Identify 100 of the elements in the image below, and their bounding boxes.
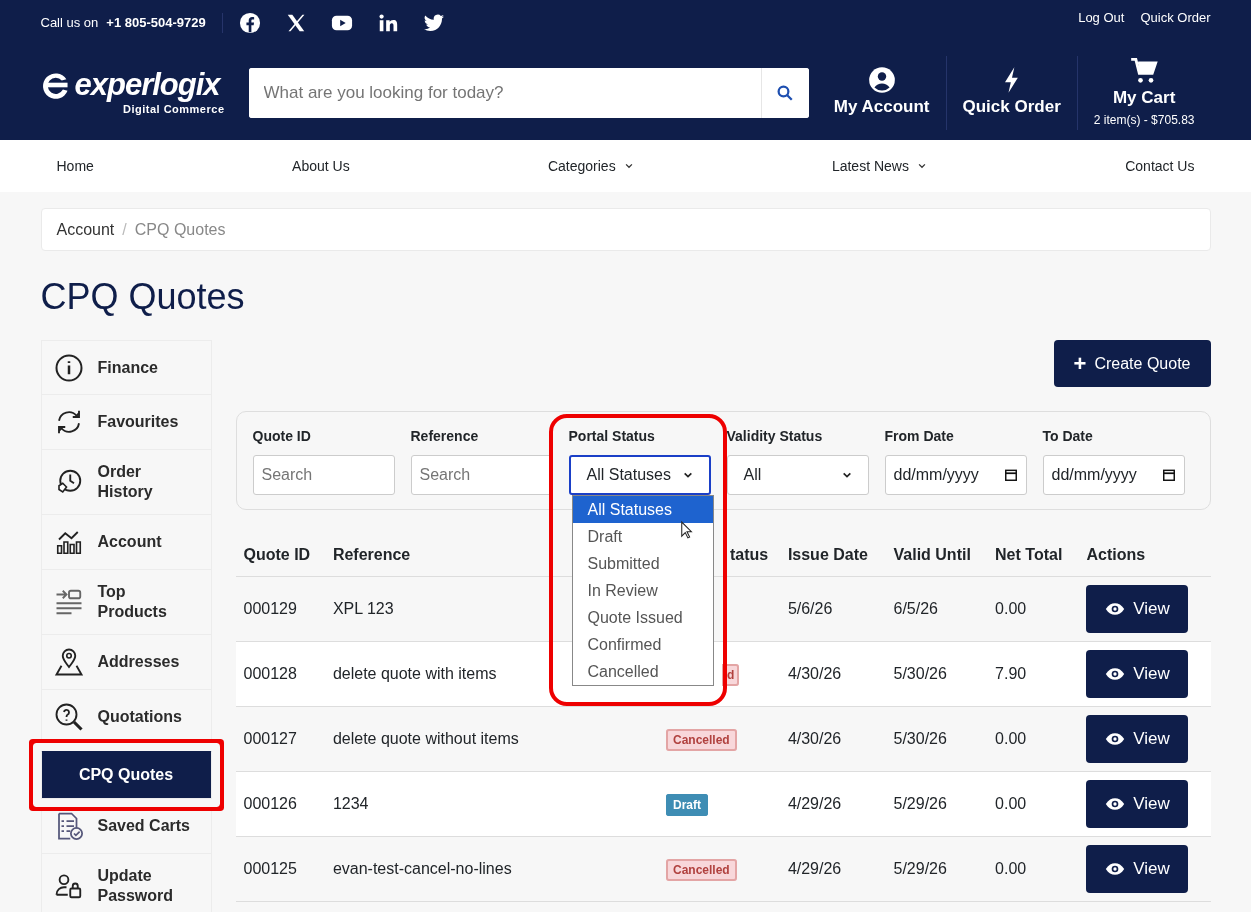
eye-icon bbox=[1105, 731, 1126, 746]
quote-id: 000129 bbox=[243, 599, 297, 617]
quote-reference: delete quote without items bbox=[332, 729, 519, 747]
view-button[interactable]: View bbox=[1086, 714, 1189, 763]
page-title: CPQ Quotes bbox=[40, 275, 246, 319]
column-header: Actions bbox=[1086, 545, 1146, 563]
dropdown-option[interactable]: All Statuses bbox=[572, 496, 713, 524]
question-search-icon bbox=[53, 702, 84, 733]
nav-link[interactable]: Latest News bbox=[831, 155, 927, 177]
filter-label: Portal Status bbox=[568, 427, 656, 447]
dropdown-option[interactable]: Cancelled bbox=[572, 658, 713, 686]
search-icon bbox=[776, 84, 794, 102]
issue-date: 4/29/26 bbox=[787, 794, 842, 812]
quote-reference: XPL 123 bbox=[332, 599, 394, 617]
linkedin-icon[interactable] bbox=[376, 12, 399, 34]
eye-icon bbox=[1105, 861, 1126, 876]
sidebar-item[interactable]: Finance bbox=[40, 340, 212, 396]
breadcrumb-item[interactable]: Account bbox=[56, 217, 115, 242]
bird-icon[interactable] bbox=[422, 12, 445, 34]
nav-link[interactable]: Categories bbox=[547, 155, 634, 177]
view-button[interactable]: View bbox=[1086, 649, 1189, 698]
create-quote-button[interactable]: + Create Quote bbox=[1053, 340, 1211, 388]
search-field[interactable]: What are you looking for today? bbox=[248, 68, 809, 118]
status-tag: Cancelled bbox=[666, 728, 737, 751]
issue-date: 4/30/26 bbox=[787, 729, 842, 747]
header-action[interactable]: My Account bbox=[817, 56, 946, 130]
column-header: Net Total bbox=[995, 545, 1063, 563]
view-button[interactable]: View bbox=[1086, 844, 1189, 893]
filter-label: To Date bbox=[1042, 427, 1094, 447]
account-icon bbox=[867, 66, 896, 95]
header-action-label: My Cart bbox=[1112, 87, 1176, 110]
header-action-label: Quick Order bbox=[962, 96, 1061, 119]
info-icon bbox=[53, 352, 84, 383]
column-header: Quote ID bbox=[243, 545, 311, 563]
view-button[interactable]: View bbox=[1086, 779, 1189, 828]
facebook-icon[interactable] bbox=[238, 12, 261, 34]
cart-summary: 2 item(s) - $705.83 bbox=[1093, 111, 1195, 129]
issue-date: 5/6/26 bbox=[787, 599, 833, 617]
net-total: 0.00 bbox=[995, 794, 1027, 812]
plus-icon: + bbox=[1073, 352, 1087, 375]
valid-until-date: 6/5/26 bbox=[893, 599, 938, 617]
quote-reference: delete quote with items bbox=[332, 664, 497, 682]
dropdown-option[interactable]: In Review bbox=[572, 577, 713, 605]
sidebar-item[interactable]: Update Password bbox=[40, 854, 212, 912]
issue-date: 4/29/26 bbox=[787, 859, 842, 877]
eye-icon bbox=[1105, 601, 1126, 616]
column-header: Valid Until bbox=[893, 545, 971, 563]
sidebar-item[interactable]: Addresses bbox=[40, 635, 212, 691]
cursor-icon bbox=[679, 520, 694, 541]
nav-link[interactable]: Home bbox=[56, 155, 94, 177]
logo-wordmark: experlogix bbox=[74, 69, 220, 101]
select-field[interactable]: All bbox=[726, 455, 869, 496]
valid-until-date: 5/29/26 bbox=[893, 859, 947, 877]
filter-label: Quote ID bbox=[252, 427, 312, 447]
date-placeholder: dd/mm/yyyy bbox=[1051, 465, 1137, 486]
column-header: Issue Date bbox=[787, 545, 868, 563]
text-field[interactable]: Search bbox=[252, 455, 395, 496]
header-action-label: My Account bbox=[833, 96, 930, 119]
net-total: 0.00 bbox=[995, 729, 1027, 747]
search-button[interactable] bbox=[760, 68, 809, 118]
top-link[interactable]: Quick Order bbox=[1140, 8, 1211, 28]
dropdown-option[interactable]: Draft bbox=[572, 523, 713, 551]
quote-reference: evan-test-cancel-no-lines bbox=[332, 859, 512, 877]
net-total: 0.00 bbox=[995, 599, 1027, 617]
select-field[interactable]: All Statuses bbox=[568, 455, 711, 496]
sidebar-item[interactable]: Top Products bbox=[40, 570, 212, 636]
cart-icon bbox=[1130, 57, 1159, 86]
calendar-icon bbox=[1003, 468, 1018, 483]
filter-label: From Date bbox=[884, 427, 955, 447]
quote-id: 000127 bbox=[243, 729, 297, 747]
nav-link[interactable]: About Us bbox=[292, 155, 350, 177]
valid-until-date: 5/30/26 bbox=[893, 729, 947, 747]
dropdown-option[interactable]: Quote Issued bbox=[572, 604, 713, 632]
map-pin-icon bbox=[53, 647, 84, 678]
status-tag: Cancelled bbox=[666, 858, 737, 881]
column-header: Reference bbox=[332, 545, 411, 563]
nav-link[interactable]: Contact Us bbox=[1125, 155, 1195, 177]
issue-date: 4/30/26 bbox=[787, 664, 842, 682]
net-total: 0.00 bbox=[995, 859, 1027, 877]
dropdown-option[interactable]: Confirmed bbox=[572, 631, 713, 659]
breadcrumb-item: CPQ Quotes bbox=[134, 219, 226, 240]
sidebar-item[interactable]: Favourites bbox=[40, 395, 212, 451]
call-label: Call us on bbox=[40, 14, 99, 33]
status-tag: Draft bbox=[666, 793, 708, 816]
logo-tagline: Digital Commerce bbox=[121, 102, 225, 117]
sidebar-item[interactable]: Account bbox=[40, 515, 212, 571]
date-field[interactable]: dd/mm/yyyy bbox=[884, 455, 1027, 496]
header-action[interactable]: My Cart 2 item(s) - $705.83 bbox=[1076, 56, 1211, 130]
top-link[interactable]: Log Out bbox=[1078, 8, 1125, 28]
dropdown-option[interactable]: Submitted bbox=[572, 550, 713, 578]
view-button[interactable]: View bbox=[1086, 584, 1189, 633]
quote-id: 000128 bbox=[243, 664, 297, 682]
sidebar-item[interactable]: Order History bbox=[40, 450, 212, 516]
phone-number: +1 805-504-9729 bbox=[106, 13, 223, 33]
date-placeholder: dd/mm/yyyy bbox=[893, 465, 979, 486]
date-field[interactable]: dd/mm/yyyy bbox=[1042, 455, 1185, 496]
quote-id: 000126 bbox=[243, 794, 297, 812]
header-action[interactable]: Quick Order bbox=[945, 56, 1077, 130]
filter-label: Reference bbox=[410, 427, 480, 447]
valid-until-date: 5/30/26 bbox=[893, 664, 947, 682]
